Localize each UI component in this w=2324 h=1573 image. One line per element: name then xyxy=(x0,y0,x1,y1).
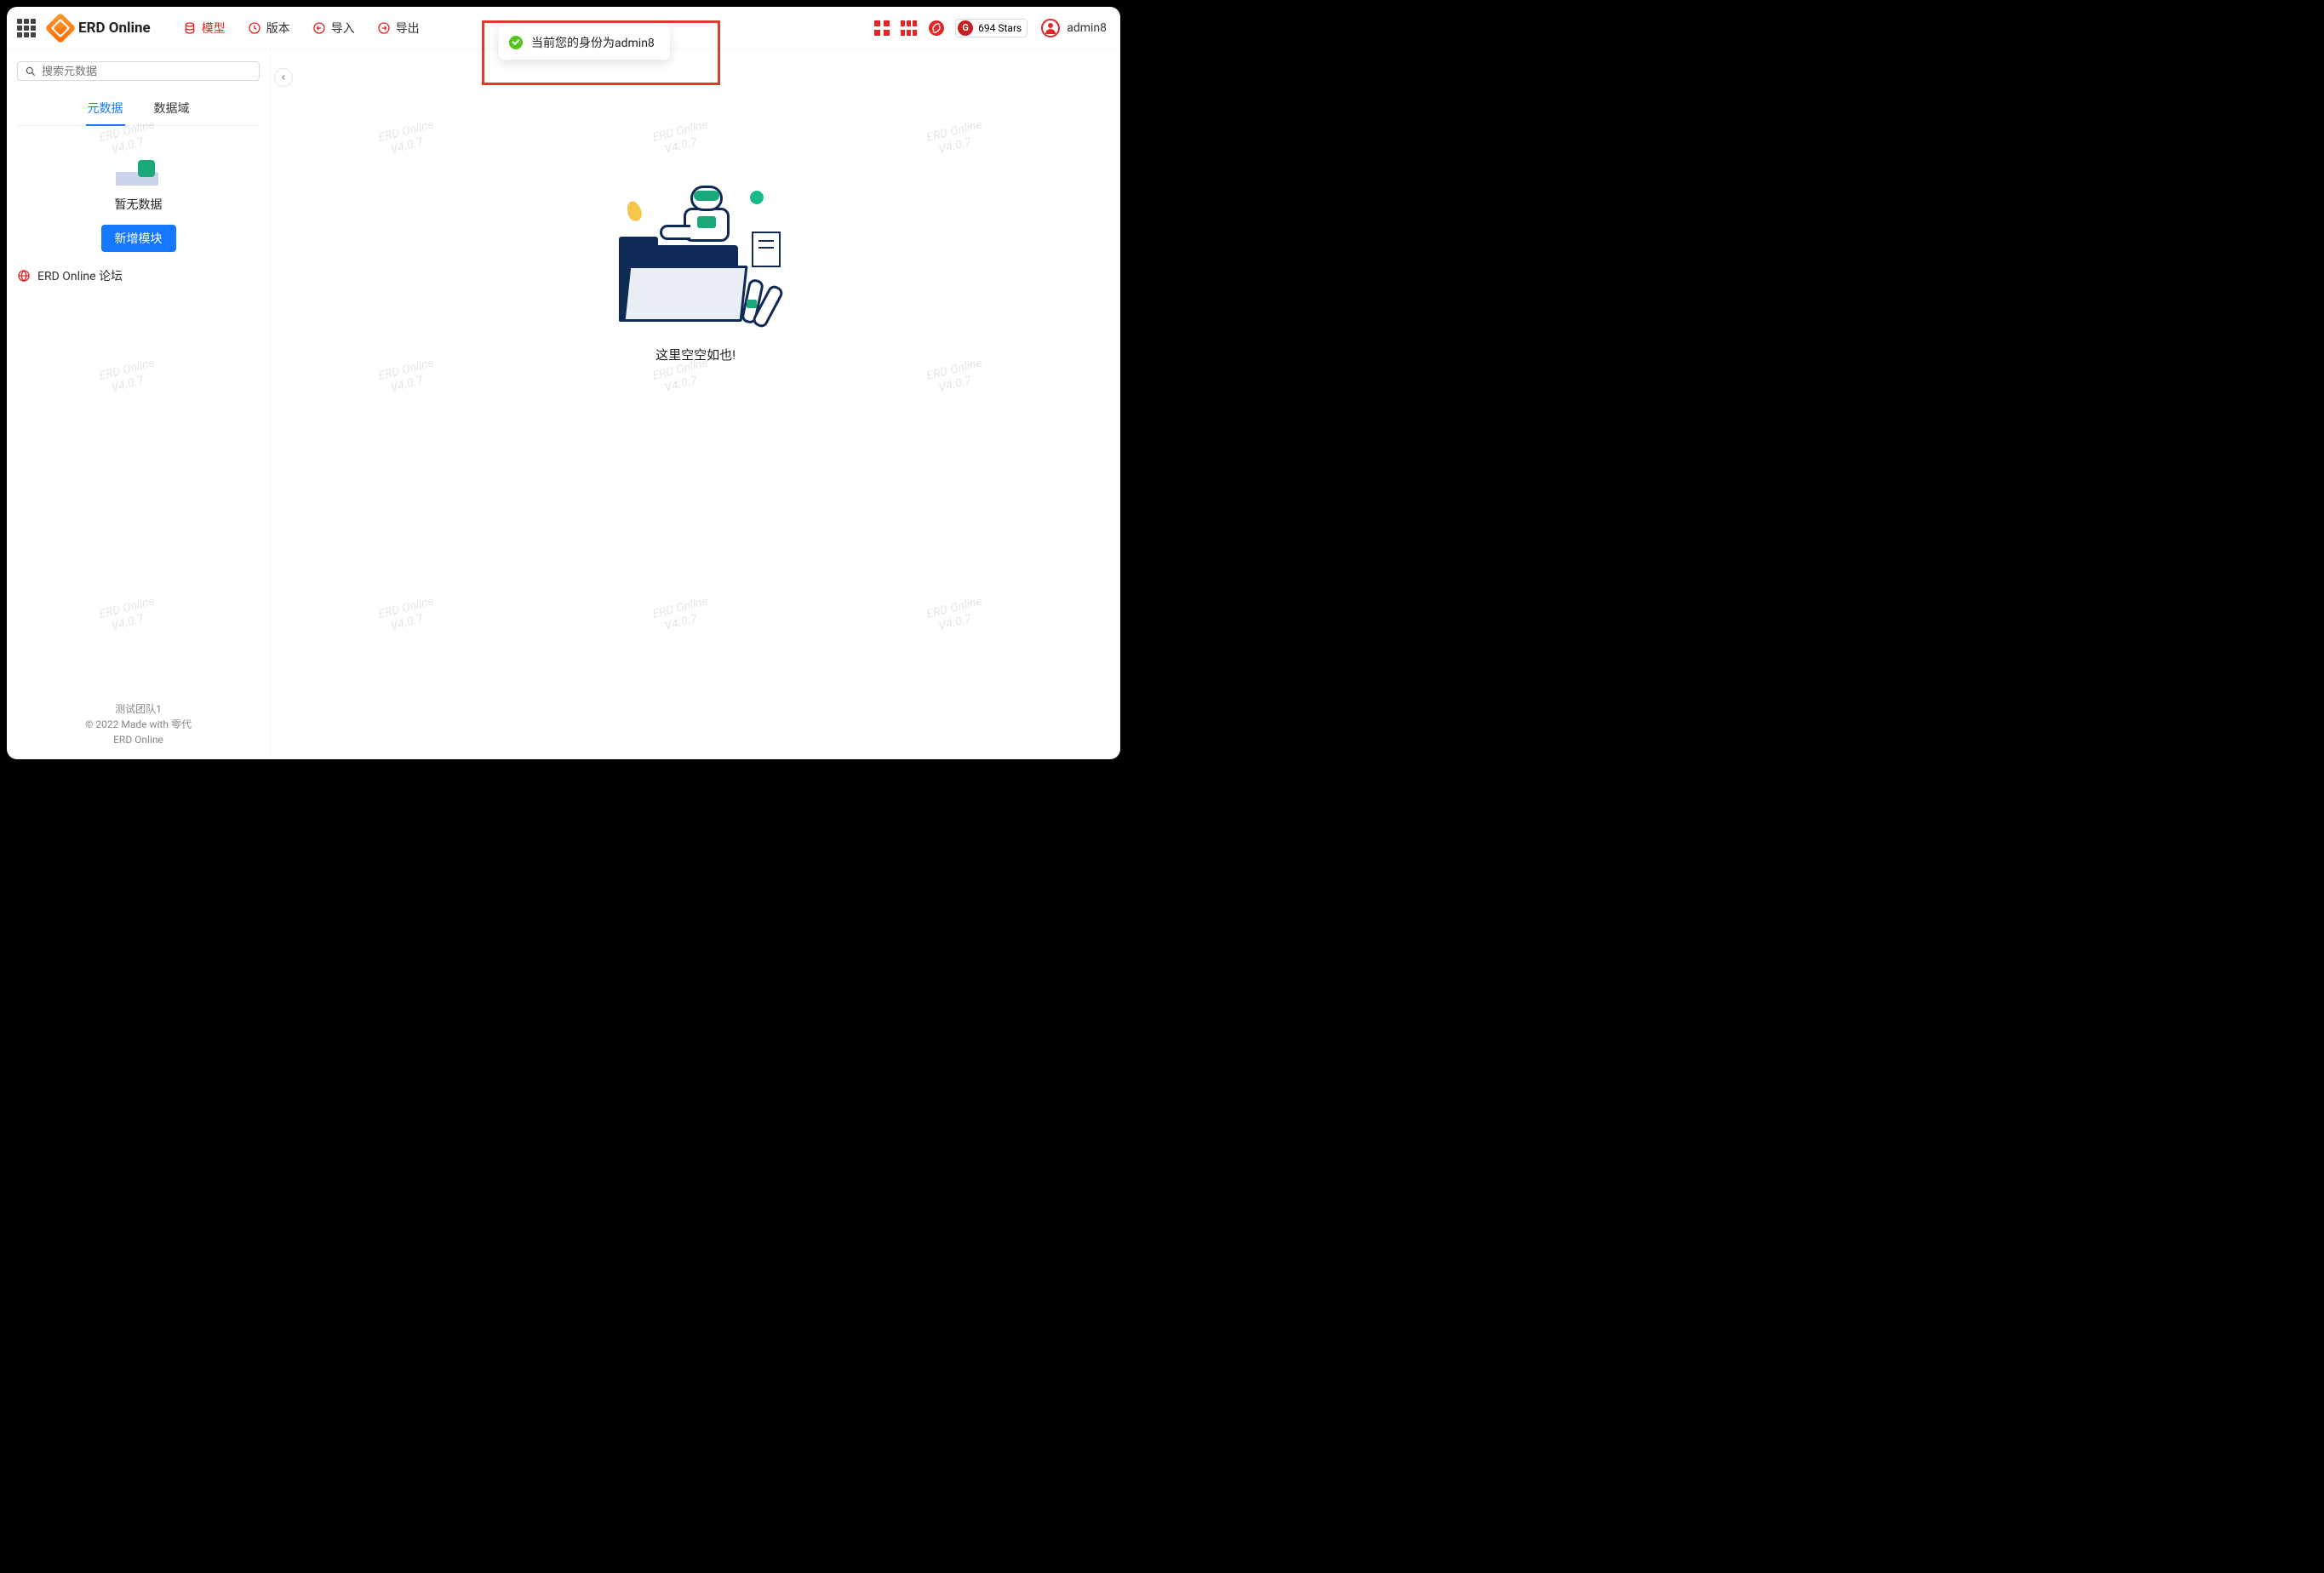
topbar-right: G 694 Stars admin8 xyxy=(873,19,1110,37)
sidebar: 元数据 数据域 暂无数据 新增模块 ERD Online 论坛 测试团队1 © … xyxy=(7,49,271,759)
search-input[interactable] xyxy=(42,65,252,77)
user-name: admin8 xyxy=(1067,21,1107,35)
apps-grid-icon[interactable] xyxy=(17,19,36,37)
sidebar-footer: 测试团队1 © 2022 Made with 零代 ERD Online xyxy=(17,701,260,752)
search-icon xyxy=(25,66,37,77)
footer-copyright: © 2022 Made with 零代 xyxy=(17,717,260,732)
sidebar-empty: 暂无数据 新增模块 xyxy=(17,126,260,252)
nav-model[interactable]: 模型 xyxy=(183,20,226,37)
brand-logo-icon xyxy=(45,12,77,43)
tab-domain[interactable]: 数据域 xyxy=(152,93,192,125)
import-icon xyxy=(312,21,326,35)
nav-model-label: 模型 xyxy=(202,20,226,37)
sidebar-collapse-button[interactable] xyxy=(274,68,293,87)
gitee-icon: G xyxy=(958,20,973,36)
main-empty-text: 这里空空如也! xyxy=(602,346,789,363)
database-icon xyxy=(183,21,197,35)
user-avatar-icon xyxy=(1041,19,1060,37)
footer-product: ERD Online xyxy=(17,732,260,747)
chevron-left-icon xyxy=(279,73,288,82)
top-nav: 模型 版本 导入 导出 xyxy=(183,20,420,37)
forum-link[interactable]: ERD Online 论坛 xyxy=(17,267,260,284)
globe-icon xyxy=(17,269,31,283)
brand-name: ERD Online xyxy=(78,20,151,37)
grid-red-icon-1[interactable] xyxy=(873,20,890,37)
history-icon xyxy=(248,21,261,35)
astronaut-illustration-icon xyxy=(602,186,789,330)
nav-export-label: 导出 xyxy=(396,20,420,37)
nav-version-label: 版本 xyxy=(266,20,290,37)
sidebar-tabs: 元数据 数据域 xyxy=(17,93,260,126)
forum-link-label: ERD Online 论坛 xyxy=(37,267,123,284)
nav-import[interactable]: 导入 xyxy=(312,20,355,37)
main-empty-state: 这里空空如也! xyxy=(602,186,789,363)
footer-team: 测试团队1 xyxy=(17,701,260,717)
app-window: ERD Online 模型 版本 导入 导出 xyxy=(7,7,1120,759)
nav-import-label: 导入 xyxy=(331,20,355,37)
brand[interactable]: ERD Online xyxy=(49,17,151,39)
nav-export[interactable]: 导出 xyxy=(377,20,420,37)
search-box[interactable] xyxy=(17,61,260,81)
user-menu[interactable]: admin8 xyxy=(1038,19,1110,37)
main-area: 这里空空如也! xyxy=(271,49,1120,759)
empty-illustration-icon xyxy=(112,150,165,186)
identity-toast: 当前您的身份为admin8 xyxy=(499,26,670,60)
tab-metadata[interactable]: 元数据 xyxy=(86,93,125,125)
stars-badge[interactable]: G 694 Stars xyxy=(955,19,1027,37)
sidebar-empty-text: 暂无数据 xyxy=(17,196,260,213)
body: 元数据 数据域 暂无数据 新增模块 ERD Online 论坛 测试团队1 © … xyxy=(7,49,1120,759)
add-module-button[interactable]: 新增模块 xyxy=(101,225,176,252)
nav-version[interactable]: 版本 xyxy=(248,20,290,37)
link-icon[interactable] xyxy=(928,20,945,37)
check-circle-icon xyxy=(509,36,523,49)
toast-message: 当前您的身份为admin8 xyxy=(531,34,655,51)
stars-label: 694 Stars xyxy=(978,22,1022,34)
export-icon xyxy=(377,21,391,35)
grid-red-icon-2[interactable] xyxy=(901,20,918,37)
